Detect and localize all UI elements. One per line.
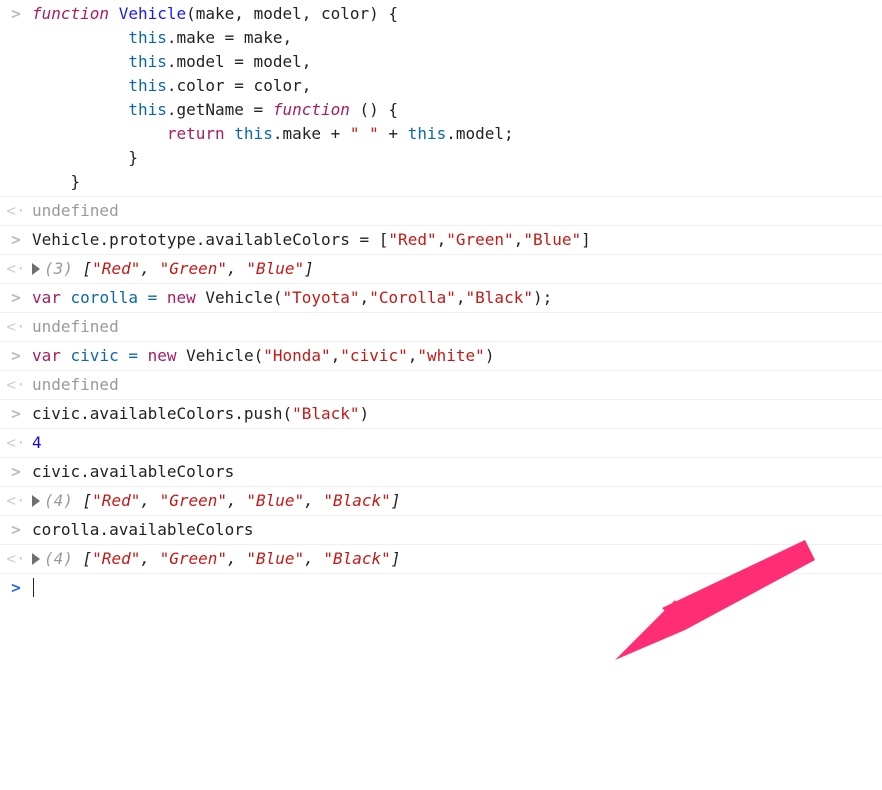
keyword-function: function (32, 4, 109, 23)
code-line: var corolla = new Vehicle("Toyota","Coro… (26, 286, 882, 310)
output-array[interactable]: (3) ["Red", "Green", "Blue"] (26, 257, 882, 281)
console-output-row: <· undefined (0, 197, 882, 226)
text-cursor-icon (33, 578, 34, 597)
function-name: Vehicle (119, 4, 186, 23)
array-preview: ["Red", "Green", "Blue", "Black"] (83, 549, 401, 568)
expand-triangle-icon[interactable] (32, 553, 40, 565)
output-number: 4 (26, 431, 882, 455)
expand-triangle-icon[interactable] (32, 495, 40, 507)
console-input-row: > var corolla = new Vehicle("Toyota","Co… (0, 284, 882, 313)
input-chevron-icon: > (6, 286, 26, 310)
input-chevron-icon: > (6, 228, 26, 252)
code-line: civic.availableColors (26, 460, 882, 484)
console-output-row[interactable]: <· (4) ["Red", "Green", "Blue", "Black"] (0, 487, 882, 516)
prompt-chevron-icon: > (6, 576, 26, 600)
expand-triangle-icon[interactable] (32, 263, 40, 275)
code-block: function Vehicle(make, model, color) { t… (26, 2, 882, 194)
output-undefined: undefined (26, 199, 882, 223)
console-input-row: > civic.availableColors.push("Black") (0, 400, 882, 429)
console-input-row: > function Vehicle(make, model, color) {… (0, 0, 882, 197)
output-undefined: undefined (26, 315, 882, 339)
input-chevron-icon: > (6, 2, 26, 26)
console-output-row[interactable]: <· (3) ["Red", "Green", "Blue"] (0, 255, 882, 284)
output-icon: <· (6, 199, 26, 223)
code-line: civic.availableColors.push("Black") (26, 402, 882, 426)
console-output-row: <· undefined (0, 371, 882, 400)
output-array[interactable]: (4) ["Red", "Green", "Blue", "Black"] (26, 547, 882, 571)
output-icon: <· (6, 373, 26, 397)
output-icon: <· (6, 431, 26, 455)
input-chevron-icon: > (6, 402, 26, 426)
output-icon: <· (6, 257, 26, 281)
output-undefined: undefined (26, 373, 882, 397)
output-array[interactable]: (4) ["Red", "Green", "Blue", "Black"] (26, 489, 882, 513)
input-chevron-icon: > (6, 460, 26, 484)
console-output-row: <· undefined (0, 313, 882, 342)
input-chevron-icon: > (6, 344, 26, 368)
output-icon: <· (6, 315, 26, 339)
console-input-row: > civic.availableColors (0, 458, 882, 487)
console-output-row[interactable]: <· (4) ["Red", "Green", "Blue", "Black"] (0, 545, 882, 574)
console-input-row: > corolla.availableColors (0, 516, 882, 545)
code-line: Vehicle.prototype.availableColors = ["Re… (26, 228, 882, 252)
console-input-row: > Vehicle.prototype.availableColors = ["… (0, 226, 882, 255)
input-chevron-icon: > (6, 518, 26, 542)
output-icon: <· (6, 547, 26, 571)
array-preview: ["Red", "Green", "Blue"] (83, 259, 314, 278)
code-line: var civic = new Vehicle("Honda","civic",… (26, 344, 882, 368)
console-input-field[interactable] (26, 576, 882, 600)
console-prompt-row[interactable]: > (0, 574, 882, 602)
console-input-row: > var civic = new Vehicle("Honda","civic… (0, 342, 882, 371)
code-line: corolla.availableColors (26, 518, 882, 542)
array-preview: ["Red", "Green", "Blue", "Black"] (83, 491, 401, 510)
console-output-row: <· 4 (0, 429, 882, 458)
output-icon: <· (6, 489, 26, 513)
